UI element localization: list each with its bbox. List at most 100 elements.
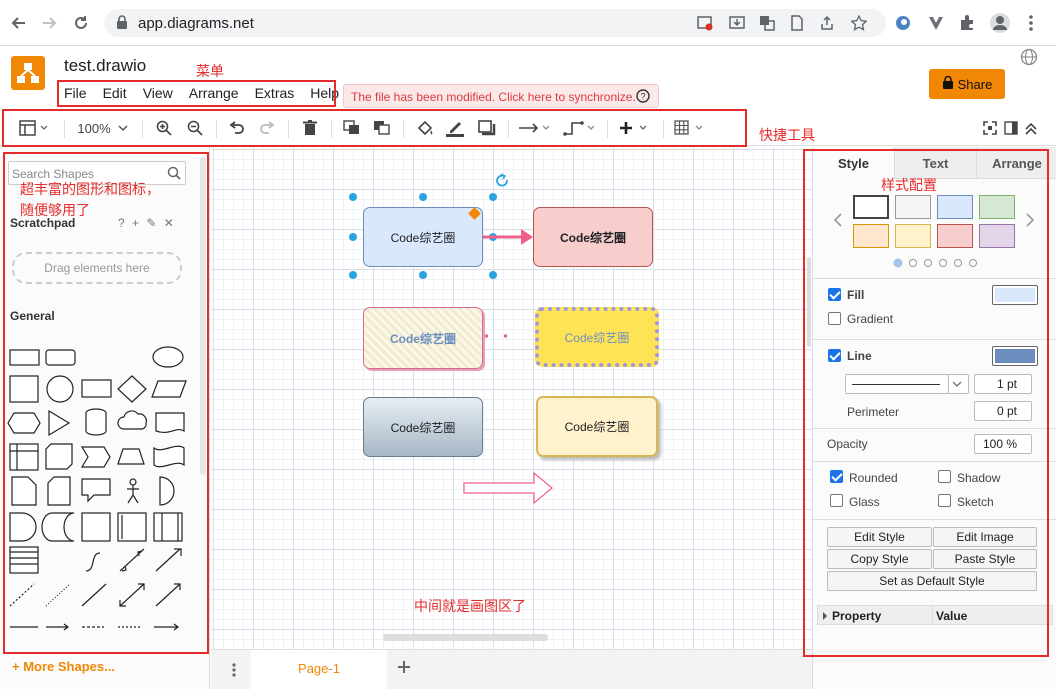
- to-back-icon[interactable]: [371, 118, 393, 138]
- redo-icon[interactable]: [256, 118, 278, 138]
- paste-style-button[interactable]: Paste Style: [933, 549, 1037, 569]
- collapse-icon[interactable]: [1023, 118, 1039, 138]
- sketch-checkbox[interactable]: [938, 494, 951, 507]
- drawing-canvas[interactable]: Code综艺圈 Code综艺圈 Code综艺圈 Code综艺圈 Code综艺圈 …: [211, 147, 812, 649]
- reload-icon[interactable]: [70, 12, 92, 34]
- fill-color-icon[interactable]: [414, 118, 436, 138]
- style-swatch[interactable]: [979, 224, 1015, 248]
- menu-edit[interactable]: Edit: [103, 85, 127, 103]
- extension-circle-icon[interactable]: [894, 14, 912, 32]
- set-default-style-button[interactable]: Set as Default Style: [827, 571, 1037, 591]
- canvas-horizontal-scrollbar[interactable]: [383, 634, 548, 641]
- line-width-input[interactable]: 1 pt: [974, 374, 1032, 394]
- shape-glass-gray[interactable]: Code综艺圈: [363, 397, 483, 457]
- menu-arrange[interactable]: Arrange: [189, 85, 239, 103]
- app-blocked-icon[interactable]: [696, 14, 714, 32]
- menu-extras[interactable]: Extras: [255, 85, 295, 103]
- insert-plus-icon[interactable]: [617, 118, 653, 138]
- expand-arrow-icon[interactable]: [822, 611, 828, 621]
- install-icon[interactable]: [728, 14, 746, 32]
- to-front-icon[interactable]: [341, 118, 363, 138]
- style-swatch[interactable]: [937, 195, 973, 219]
- zoom-select[interactable]: 100%: [74, 118, 132, 138]
- format-panel-icon[interactable]: [1003, 118, 1019, 138]
- zoom-out-icon[interactable]: [184, 118, 206, 138]
- shadow-checkbox[interactable]: [938, 470, 951, 483]
- line-pattern-select[interactable]: [845, 374, 969, 394]
- extension-v-icon[interactable]: [927, 14, 945, 32]
- fill-color-picker[interactable]: [992, 285, 1038, 305]
- profile-avatar-icon[interactable]: [989, 12, 1011, 34]
- rounded-checkbox[interactable]: [830, 470, 843, 483]
- waypoints-icon[interactable]: [562, 118, 598, 138]
- rounded-label: Rounded: [849, 471, 898, 485]
- style-swatch[interactable]: [853, 224, 889, 248]
- delete-icon[interactable]: [299, 118, 321, 138]
- edit-image-button[interactable]: Edit Image: [933, 527, 1037, 547]
- lock-icon[interactable]: [116, 15, 128, 32]
- file-title[interactable]: test.drawio: [64, 56, 146, 76]
- scratchpad-dropzone[interactable]: Drag elements here: [12, 252, 182, 284]
- connection-style-icon[interactable]: [517, 118, 553, 138]
- shape-yellow-dotted[interactable]: Code综艺圈: [535, 307, 659, 367]
- language-globe-icon[interactable]: [1020, 48, 1038, 69]
- menu-help[interactable]: Help: [310, 85, 339, 103]
- perimeter-input[interactable]: 0 pt: [974, 401, 1032, 421]
- translate-icon[interactable]: [758, 14, 776, 32]
- shadow-icon[interactable]: [476, 118, 498, 138]
- menu-view[interactable]: View: [143, 85, 173, 103]
- table-icon[interactable]: [673, 118, 709, 138]
- gradient-checkbox[interactable]: [828, 312, 841, 325]
- address-bar[interactable]: app.diagrams.net: [104, 9, 886, 37]
- sync-message-text: The file has been modified. Click here t…: [351, 90, 636, 104]
- add-page-icon[interactable]: [397, 660, 411, 677]
- fill-color-sample: [995, 288, 1035, 302]
- style-swatch[interactable]: [853, 195, 889, 219]
- bookmark-star-icon[interactable]: [850, 14, 868, 32]
- line-checkbox[interactable]: [828, 349, 841, 362]
- help-circle-icon[interactable]: ?: [636, 89, 650, 106]
- opacity-input[interactable]: 100 %: [974, 434, 1032, 454]
- puzzle-icon[interactable]: [958, 14, 976, 32]
- search-icon[interactable]: [167, 166, 181, 180]
- style-swatch[interactable]: [895, 195, 931, 219]
- share-page-icon[interactable]: [818, 14, 836, 32]
- format-panel-toggle-icon[interactable]: [16, 118, 52, 138]
- more-vert-icon[interactable]: [1022, 14, 1040, 32]
- forward-icon[interactable]: [38, 12, 60, 34]
- tab-arrange[interactable]: Arrange: [976, 147, 1056, 179]
- share-button[interactable]: Share: [929, 69, 1005, 99]
- style-swatch[interactable]: [937, 224, 973, 248]
- pages-menu-icon[interactable]: [231, 662, 237, 681]
- more-shapes-button[interactable]: + More Shapes...: [12, 659, 115, 674]
- toolbar-divider: [331, 120, 332, 138]
- glass-checkbox[interactable]: [830, 494, 843, 507]
- document-icon[interactable]: [788, 14, 806, 32]
- back-icon[interactable]: [8, 12, 30, 34]
- sidebar-scrollbar[interactable]: [200, 157, 206, 475]
- page-tab[interactable]: Page-1: [251, 650, 387, 690]
- undo-icon[interactable]: [226, 118, 248, 138]
- sync-message[interactable]: The file has been modified. Click here t…: [343, 84, 659, 108]
- chevron-right-icon[interactable]: [1025, 212, 1035, 231]
- shape-box: [81, 512, 111, 542]
- line-color-picker[interactable]: [992, 346, 1038, 366]
- general-heading[interactable]: General: [10, 309, 55, 323]
- chevron-left-icon[interactable]: [833, 212, 843, 231]
- zoom-in-icon[interactable]: [153, 118, 175, 138]
- swatch-pager[interactable]: [893, 258, 979, 268]
- shape-palette[interactable]: [6, 343, 196, 633]
- shape-yellow-shadow[interactable]: Code综艺圈: [536, 396, 658, 457]
- style-swatch[interactable]: [979, 195, 1015, 219]
- fill-checkbox[interactable]: [828, 288, 841, 301]
- line-color-icon[interactable]: [444, 118, 466, 138]
- shape-cloud: [117, 410, 147, 430]
- canvas-vertical-scrollbar[interactable]: [807, 257, 811, 347]
- fullscreen-icon[interactable]: [982, 118, 998, 138]
- menu-file[interactable]: File: [64, 85, 87, 103]
- shape-hachure-sketch[interactable]: Code综艺圈: [363, 307, 483, 369]
- copy-style-button[interactable]: Copy Style: [827, 549, 932, 569]
- shape-callout: [81, 478, 111, 503]
- style-swatch[interactable]: [895, 224, 931, 248]
- edit-style-button[interactable]: Edit Style: [827, 527, 932, 547]
